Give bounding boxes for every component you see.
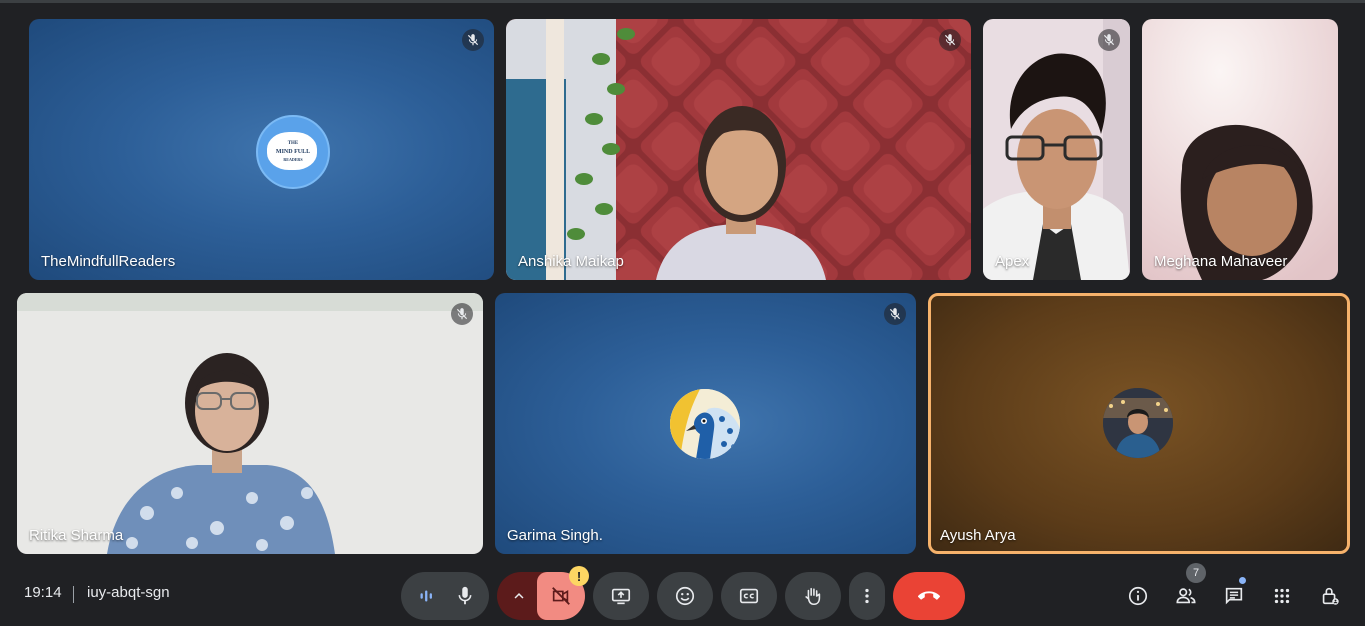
participant-name: Meghana Mahaveer xyxy=(1154,253,1288,270)
meeting-details-button[interactable] xyxy=(1126,584,1150,608)
present-screen-button[interactable] xyxy=(593,572,649,620)
avatar xyxy=(1103,388,1173,458)
host-controls-button[interactable] xyxy=(1318,584,1342,608)
camera-off-icon xyxy=(550,585,572,607)
divider xyxy=(73,586,74,603)
more-options-button[interactable] xyxy=(849,572,885,620)
participant-tile-anshika-maikap[interactable]: Anshika Maikap xyxy=(506,19,971,280)
raise-hand-button[interactable] xyxy=(785,572,841,620)
meeting-code: iuy-abqt-sgn xyxy=(87,584,170,601)
participant-name: Ritika Sharma xyxy=(29,527,124,544)
emoji-icon xyxy=(674,585,696,607)
participant-tile-ritika-sharma[interactable]: Ritika Sharma xyxy=(17,293,483,554)
participant-video xyxy=(1142,19,1338,280)
present-icon xyxy=(610,585,632,607)
raise-hand-icon xyxy=(802,585,824,607)
info-icon xyxy=(1127,585,1149,607)
reactions-button[interactable] xyxy=(657,572,713,620)
people-icon xyxy=(1175,585,1197,607)
chevron-up-icon xyxy=(510,587,528,605)
participant-name: Ayush Arya xyxy=(940,527,1016,544)
meeting-time: 19:14 xyxy=(24,584,62,601)
avatar xyxy=(670,389,740,459)
participant-name: Apex xyxy=(995,253,1030,270)
activities-icon xyxy=(1271,585,1293,607)
participant-video xyxy=(506,19,971,280)
end-call-icon xyxy=(918,585,940,607)
activities-button[interactable] xyxy=(1270,584,1294,608)
mic-off-icon xyxy=(884,303,906,325)
chat-icon xyxy=(1223,585,1245,607)
host-controls-icon xyxy=(1319,585,1341,607)
participant-name: Anshika Maikap xyxy=(518,253,624,270)
camera-warning-badge: ! xyxy=(569,566,589,586)
participant-tile-meghana-mahaveer[interactable]: Meghana Mahaveer xyxy=(1142,19,1338,280)
control-bar: 19:14 iuy-abqt-sgn ! xyxy=(0,562,1365,626)
mic-icon xyxy=(454,585,476,607)
chat-button[interactable] xyxy=(1222,584,1246,608)
chat-notification-dot xyxy=(1239,577,1246,584)
participant-count-badge: 7 xyxy=(1186,563,1206,583)
participant-tile-apex[interactable]: Apex xyxy=(983,19,1130,280)
participant-tile-ayush-arya[interactable]: Ayush Arya xyxy=(928,293,1350,554)
avatar-logo-line-1: THE xyxy=(287,141,299,146)
mic-toggle-button[interactable] xyxy=(441,572,489,620)
mic-off-icon xyxy=(462,29,484,51)
participant-tile-themindfullreaders[interactable]: THE MIND FULL READERS TheMindfullReaders xyxy=(29,19,494,280)
mic-control-group xyxy=(401,572,489,620)
participant-name: TheMindfullReaders xyxy=(41,253,176,270)
more-vert-icon xyxy=(856,585,878,607)
avatar-logo-line-3: READERS xyxy=(283,157,303,162)
people-button[interactable] xyxy=(1174,584,1198,608)
captions-button[interactable] xyxy=(721,572,777,620)
participant-video xyxy=(17,293,483,554)
mic-off-icon xyxy=(451,303,473,325)
window-top-border xyxy=(0,0,1365,3)
mic-off-icon xyxy=(1098,29,1120,51)
participant-tile-garima-singh[interactable]: Garima Singh. xyxy=(495,293,916,554)
captions-icon xyxy=(738,585,760,607)
participant-video xyxy=(983,19,1130,280)
camera-options-button[interactable] xyxy=(503,572,535,620)
participant-name: Garima Singh. xyxy=(507,527,603,544)
avatar: THE MIND FULL READERS xyxy=(256,115,330,189)
leave-call-button[interactable] xyxy=(893,572,965,620)
mic-off-icon xyxy=(939,29,961,51)
avatar-logo-line-2: MIND FULL xyxy=(275,149,311,155)
audio-level-icon xyxy=(415,585,437,612)
